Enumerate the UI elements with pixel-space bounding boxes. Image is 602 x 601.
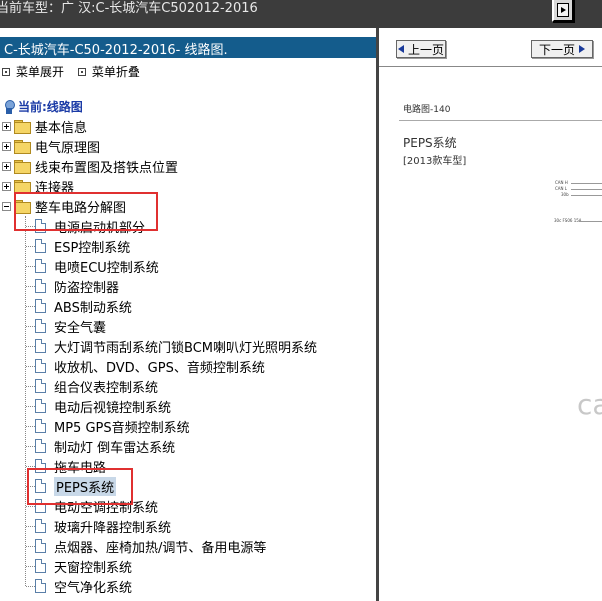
divider	[379, 66, 602, 67]
document-icon	[35, 539, 46, 553]
user-icon	[4, 99, 15, 114]
document-icon	[35, 279, 46, 293]
document-icon	[35, 299, 46, 313]
tree-folder[interactable]: 线束布置图及搭铁点位置	[2, 156, 178, 176]
tree-leaf[interactable]: 防盗控制器	[26, 276, 119, 296]
document-icon	[35, 319, 46, 333]
expand-icon[interactable]	[2, 181, 11, 191]
tree-leaf[interactable]: 点烟器、座椅加热/调节、备用电源等	[26, 536, 266, 556]
collapse-icon[interactable]	[2, 201, 11, 211]
next-page-button[interactable]: 下一页	[531, 40, 593, 58]
wire-line	[579, 221, 602, 222]
tree-folder[interactable]: 电气原理图	[2, 136, 100, 156]
tree-header-title: C-长城汽车-C50-2012-2016- 线路图.	[4, 43, 228, 58]
tree-leaf[interactable]: 大灯调节雨刮系统门锁BCM喇叭灯光照明系统	[26, 336, 317, 356]
tree-leaf[interactable]: 玻璃升降器控制系统	[26, 516, 171, 536]
document-viewer: 上一页 下一页 电路图-140 PEPS系统 [2013款车型] CAN H C…	[379, 28, 602, 601]
document-icon	[35, 399, 46, 413]
document-icon	[35, 259, 46, 273]
wire-label: 30b	[561, 192, 569, 197]
wire-line	[571, 183, 602, 184]
divider	[399, 120, 602, 121]
vehicle-select-button[interactable]	[552, 0, 574, 22]
tree-leaf[interactable]: 收放机、DVD、GPS、音频控制系统	[26, 356, 265, 376]
tree-leaf[interactable]: 制动灯 倒车雷达系统	[26, 436, 175, 456]
wire-label: CAN L	[555, 186, 568, 191]
wire-label: 30c FS06 15A	[554, 218, 582, 223]
document-icon	[35, 439, 46, 453]
folder-icon	[14, 160, 31, 174]
square-icon	[77, 67, 86, 76]
tree-folder[interactable]: 基本信息	[2, 116, 87, 136]
square-icon	[2, 67, 10, 76]
document-subtitle: [2013款车型]	[403, 156, 467, 167]
tree-panel: C-长城汽车-C50-2012-2016- 线路图. 菜单展开 菜单折叠 当前:…	[0, 28, 376, 601]
wire-line	[571, 195, 602, 196]
document-icon	[35, 359, 46, 373]
highlight-box-folder	[14, 192, 158, 231]
tree-leaf[interactable]: MP5 GPS音频控制系统	[26, 416, 190, 436]
document-icon	[35, 519, 46, 533]
folder-icon	[14, 120, 31, 134]
wire-label: CAN H	[555, 180, 568, 185]
expand-icon[interactable]	[2, 161, 11, 171]
prev-page-button[interactable]: 上一页	[396, 40, 446, 58]
document-icon	[35, 339, 46, 353]
wire-line	[571, 189, 602, 190]
tree-leaf[interactable]: 电喷ECU控制系统	[26, 256, 159, 276]
arrow-left-icon	[397, 45, 404, 53]
document-icon	[35, 419, 46, 433]
expand-icon[interactable]	[2, 141, 11, 151]
current-location: 当前:线路图	[4, 98, 83, 115]
top-bar: 当前车型：广 汉:C-长城汽车C502012-2016	[0, 0, 602, 28]
document-page: 电路图-140 PEPS系统 [2013款车型] CAN H CAN L 30b…	[379, 68, 602, 601]
tree-leaf[interactable]: ABS制动系统	[26, 296, 132, 316]
menu-collapse-link[interactable]: 菜单折叠	[77, 63, 140, 80]
vehicle-model-title: 当前车型：广 汉:C-长城汽车C502012-2016	[0, 1, 258, 16]
folder-icon	[14, 180, 31, 194]
menu-toggle-row: 菜单展开 菜单折叠	[2, 63, 150, 80]
tree-leaf[interactable]: 组合仪表控制系统	[26, 376, 158, 396]
highlight-box-peps	[27, 468, 133, 505]
document-icon	[35, 239, 46, 253]
document-icon	[35, 379, 46, 393]
arrow-right-icon	[579, 45, 585, 53]
tree-leaf[interactable]: 安全气囊	[26, 316, 106, 336]
document-icon	[35, 579, 46, 593]
page-nav-bar: 上一页 下一页	[379, 28, 602, 68]
expand-icon[interactable]	[2, 121, 11, 131]
tree-leaf[interactable]: 天窗控制系统	[26, 556, 132, 576]
tree-leaf[interactable]: 空气净化系统	[26, 576, 132, 596]
arrow-right-icon	[557, 3, 569, 17]
tree-leaf[interactable]: 电动后视镜控制系统	[26, 396, 171, 416]
tree-header: C-长城汽车-C50-2012-2016- 线路图.	[0, 37, 376, 58]
folder-icon	[14, 140, 31, 154]
document-icon	[35, 559, 46, 573]
page-number: 电路图-140	[403, 105, 451, 115]
watermark: ca	[577, 388, 602, 421]
tree-leaf[interactable]: ESP控制系统	[26, 236, 130, 256]
menu-expand-link[interactable]: 菜单展开	[2, 63, 64, 80]
document-title: PEPS系统	[403, 136, 457, 150]
